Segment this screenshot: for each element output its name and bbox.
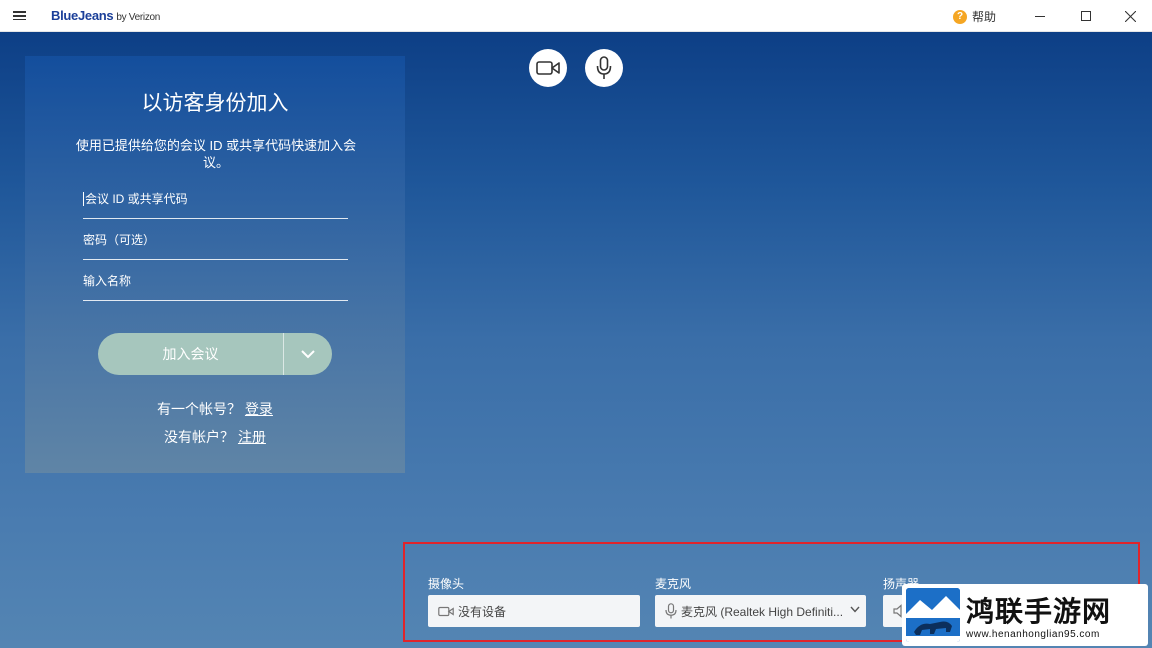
no-account-prompt-text: 没有帐户？ (164, 429, 235, 445)
maximize-button[interactable] (1063, 0, 1109, 32)
login-link[interactable]: 登录 (245, 401, 273, 417)
login-prompt: 有一个帐号？ 登录 (25, 399, 405, 419)
maximize-icon (1081, 11, 1091, 21)
video-camera-icon (438, 606, 454, 617)
panel-title: 以访客身份加入 (141, 92, 289, 115)
password-field[interactable] (83, 219, 348, 260)
join-meeting-button-group: 加入会议 (98, 333, 332, 375)
chevron-down-icon (301, 349, 315, 358)
menu-icon[interactable] (13, 9, 35, 23)
microphone-icon (665, 603, 677, 619)
camera-value: 没有设备 (458, 604, 507, 619)
minimize-icon (1035, 16, 1045, 17)
name-field[interactable] (83, 260, 348, 301)
meeting-id-input[interactable] (83, 192, 343, 206)
camera-toggle-button[interactable] (529, 49, 567, 87)
chevron-down-icon (850, 606, 860, 613)
help-button[interactable]: ? 帮助 (953, 8, 996, 25)
help-label: 帮助 (972, 10, 997, 24)
minimize-button[interactable] (1017, 0, 1063, 32)
camera-select[interactable]: 没有设备 (428, 595, 640, 627)
watermark-logo-icon (906, 588, 960, 642)
name-input[interactable] (83, 274, 343, 288)
account-prompt-text: 有一个帐号？ (157, 401, 242, 417)
join-options-dropdown[interactable] (284, 333, 332, 375)
brand-suffix: by Verizon (116, 12, 161, 23)
password-input[interactable] (83, 233, 343, 247)
help-icon: ? (953, 9, 967, 24)
microphone-icon (596, 56, 612, 79)
microphone-toggle-button[interactable] (585, 49, 623, 87)
microphone-select[interactable]: 麦克风 (Realtek High Definiti... (655, 595, 866, 627)
microphone-value: 麦克风 (Realtek High Definiti... (681, 604, 844, 619)
register-prompt: 没有帐户？ 注册 (25, 427, 405, 447)
meeting-id-field[interactable] (83, 178, 348, 219)
panel-description: 使用已提供给您的会议 ID 或共享代码快速加入会议。 (75, 138, 357, 170)
join-meeting-button[interactable]: 加入会议 (98, 333, 283, 375)
watermark-url: www.henanhonglian95.com (966, 629, 1100, 640)
brand-name: BlueJeans (51, 8, 114, 23)
title-bar: BlueJeans by Verizon ? 帮助 (0, 0, 1152, 32)
camera-label: 摄像头 (428, 577, 465, 591)
site-watermark: 鸿联手游网 www.henanhonglian95.com (902, 584, 1148, 646)
close-icon (1124, 10, 1136, 22)
guest-join-panel: 以访客身份加入 使用已提供给您的会议 ID 或共享代码快速加入会议。 加入会议 … (25, 56, 405, 473)
register-link[interactable]: 注册 (238, 429, 266, 445)
microphone-label: 麦克风 (655, 577, 692, 591)
video-camera-icon (536, 61, 560, 75)
watermark-text: 鸿联手游网 (966, 595, 1112, 628)
close-button[interactable] (1107, 0, 1152, 32)
app-logo: BlueJeans by Verizon (51, 8, 160, 23)
